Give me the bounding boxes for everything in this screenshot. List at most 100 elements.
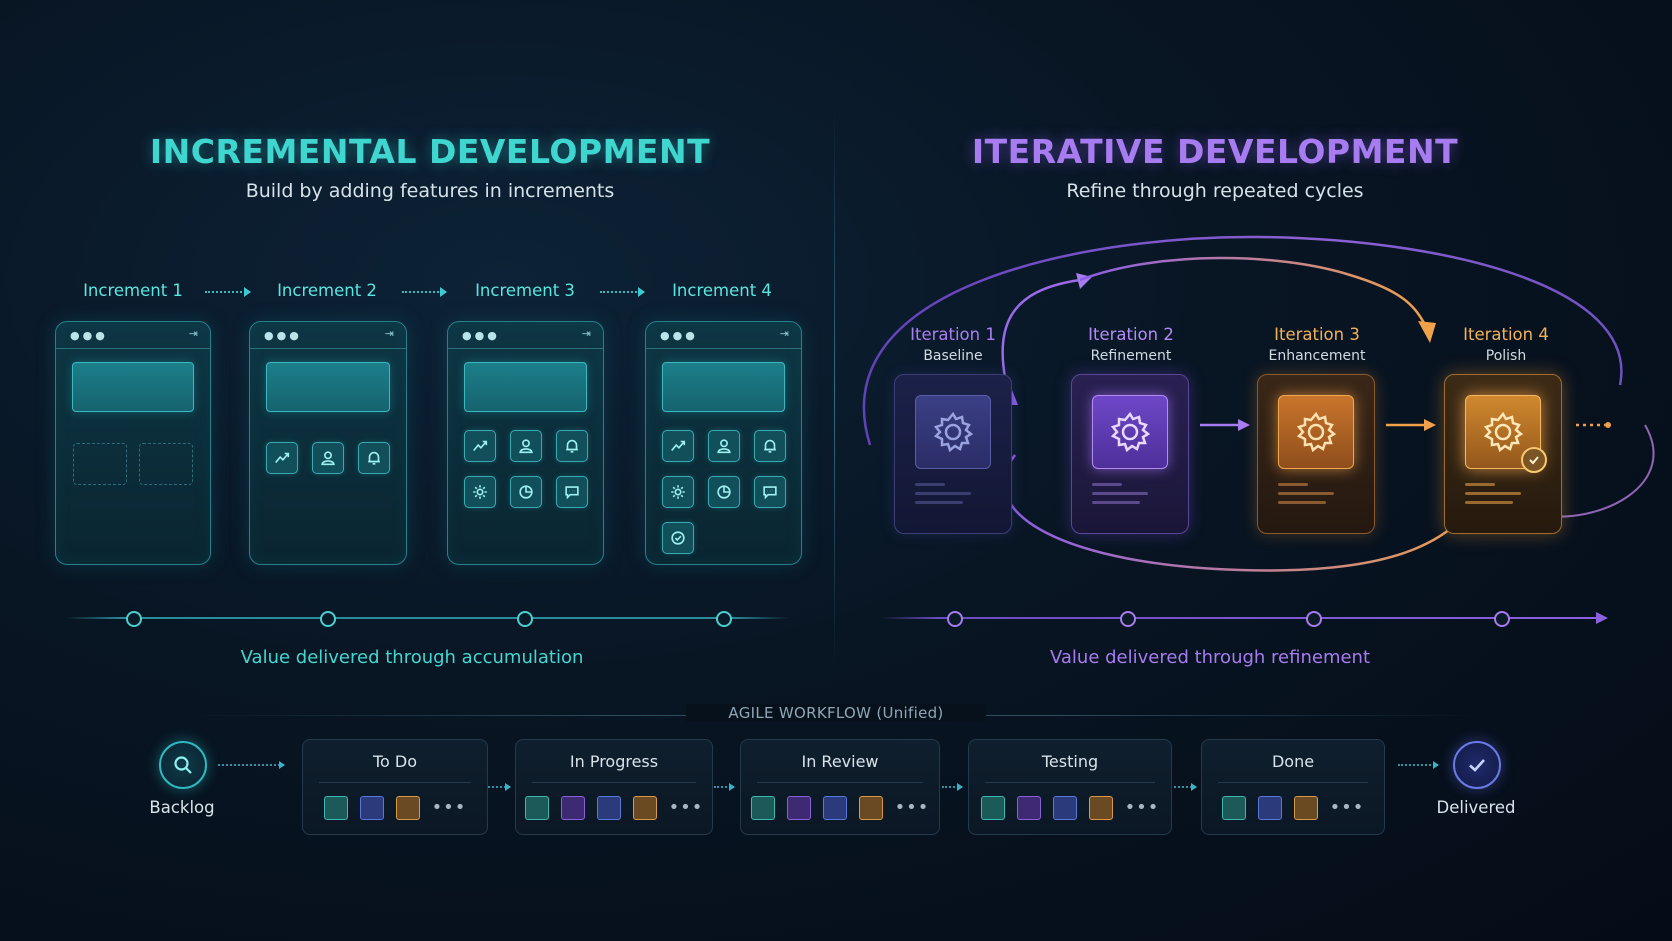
user-icon bbox=[708, 430, 740, 462]
timeline-node bbox=[1306, 611, 1322, 627]
pie-chart-icon bbox=[708, 476, 740, 508]
increment-label-4: Increment 4 bbox=[672, 281, 772, 300]
window-dots-icon: ●●● bbox=[70, 329, 108, 342]
workflow-column-done: Done ••• bbox=[1201, 739, 1385, 835]
timeline-node bbox=[947, 611, 963, 627]
window-dots-icon: ●●● bbox=[660, 329, 698, 342]
window-dots-icon: ●●● bbox=[264, 329, 302, 342]
column-title: Testing bbox=[1041, 752, 1099, 771]
task-chip-teal bbox=[750, 796, 775, 820]
iteration-sub-1: Baseline bbox=[923, 348, 983, 364]
hero-block bbox=[266, 362, 390, 412]
column-title: In Review bbox=[801, 752, 879, 771]
task-chip-blue bbox=[1257, 796, 1282, 820]
timeline-node bbox=[320, 611, 336, 627]
placeholder-slot bbox=[139, 443, 193, 485]
workflow-column-in-review: In Review ••• bbox=[740, 739, 940, 835]
timeline-node bbox=[1120, 611, 1136, 627]
increment-label-1: Increment 1 bbox=[83, 281, 183, 300]
backlog-search-icon bbox=[159, 741, 207, 789]
iteration-sub-3: Enhancement bbox=[1268, 348, 1366, 364]
task-chip-purple bbox=[786, 796, 811, 820]
iteration-name-3: Iteration 3 bbox=[1274, 325, 1360, 344]
column-title: In Progress bbox=[569, 752, 659, 771]
iteration-card-3 bbox=[1257, 374, 1375, 534]
bell-icon bbox=[358, 442, 390, 474]
workflow-column-todo: To Do ••• bbox=[302, 739, 488, 835]
user-icon bbox=[312, 442, 344, 474]
timeline-node bbox=[517, 611, 533, 627]
flow-arrow bbox=[488, 783, 511, 791]
workflow-column-testing: Testing ••• bbox=[968, 739, 1172, 835]
more-icon: ••• bbox=[894, 797, 930, 818]
check-badge-icon bbox=[1521, 447, 1547, 473]
iteration-name-4: Iteration 4 bbox=[1463, 325, 1549, 344]
placeholder-slot bbox=[73, 443, 127, 485]
timeline-node bbox=[126, 611, 142, 627]
increment-card-1: ●●● ⇥ bbox=[55, 321, 211, 565]
iterative-title: ITERATIVE DEVELOPMENT bbox=[971, 132, 1459, 171]
incremental-caption: Value delivered through accumulation bbox=[240, 647, 584, 668]
chart-icon bbox=[266, 442, 298, 474]
window-dots-icon: ●●● bbox=[462, 329, 500, 342]
window-control-icon: ⇥ bbox=[188, 327, 198, 340]
more-icon: ••• bbox=[668, 797, 704, 818]
section-divider bbox=[834, 110, 835, 670]
iteration-arrows bbox=[1200, 419, 1611, 431]
task-chip-orange bbox=[395, 796, 420, 820]
task-chip-purple bbox=[560, 796, 585, 820]
flow-arrow bbox=[218, 761, 285, 769]
task-chip-teal bbox=[980, 796, 1005, 820]
more-icon: ••• bbox=[431, 797, 467, 818]
task-chip-blue bbox=[822, 796, 847, 820]
iteration-card-2 bbox=[1071, 374, 1189, 534]
chat-icon bbox=[754, 476, 786, 508]
gear-icon bbox=[1110, 411, 1151, 453]
more-icon: ••• bbox=[1124, 797, 1160, 818]
incremental-timeline bbox=[65, 617, 790, 619]
iterative-subtitle: Refine through repeated cycles bbox=[1066, 180, 1364, 202]
flow-arrow bbox=[714, 783, 735, 791]
task-chip-purple bbox=[1016, 796, 1041, 820]
window-control-icon: ⇥ bbox=[384, 327, 394, 340]
hero-block bbox=[72, 362, 194, 412]
gear-icon bbox=[933, 411, 974, 453]
increment-card-2: ●●● ⇥ bbox=[249, 321, 407, 565]
iteration-sub-2: Refinement bbox=[1090, 348, 1172, 364]
task-chip-teal bbox=[323, 796, 348, 820]
iterative-caption: Value delivered through refinement bbox=[1049, 647, 1371, 668]
increment-label-3: Increment 3 bbox=[475, 281, 575, 300]
timeline-node bbox=[1494, 611, 1510, 627]
iteration-card-4 bbox=[1444, 374, 1562, 534]
workflow-title: AGILE WORKFLOW (Unified) bbox=[686, 704, 986, 722]
hero-block bbox=[662, 362, 785, 412]
gear-icon bbox=[464, 476, 496, 508]
task-chip-teal bbox=[524, 796, 549, 820]
task-chip-blue bbox=[1052, 796, 1077, 820]
column-title: To Do bbox=[372, 752, 418, 771]
increment-card-3: ●●● ⇥ bbox=[447, 321, 604, 565]
window-control-icon: ⇥ bbox=[581, 327, 591, 340]
more-icon: ••• bbox=[1329, 797, 1365, 818]
check-icon bbox=[662, 522, 694, 554]
timeline-arrowhead-icon bbox=[1596, 612, 1608, 624]
increment-arrow-3 bbox=[600, 287, 645, 297]
increment-label-2: Increment 2 bbox=[277, 281, 377, 300]
column-title: Done bbox=[1271, 752, 1315, 771]
workflow-column-in-progress: In Progress ••• bbox=[515, 739, 713, 835]
flow-arrow bbox=[1174, 783, 1197, 791]
delivered-label: Delivered bbox=[1436, 798, 1516, 817]
iteration-name-1: Iteration 1 bbox=[910, 325, 996, 344]
task-chip-blue bbox=[596, 796, 621, 820]
incremental-title: INCREMENTAL DEVELOPMENT bbox=[149, 132, 711, 171]
gear-icon bbox=[662, 476, 694, 508]
chat-icon bbox=[556, 476, 588, 508]
iterative-timeline bbox=[880, 617, 1600, 619]
task-chip-orange bbox=[1293, 796, 1318, 820]
task-chip-teal bbox=[1221, 796, 1246, 820]
delivered-check-icon bbox=[1453, 741, 1501, 789]
timeline-node bbox=[716, 611, 732, 627]
increment-arrow-2 bbox=[402, 287, 447, 297]
bell-icon bbox=[754, 430, 786, 462]
flow-arrow bbox=[942, 783, 963, 791]
